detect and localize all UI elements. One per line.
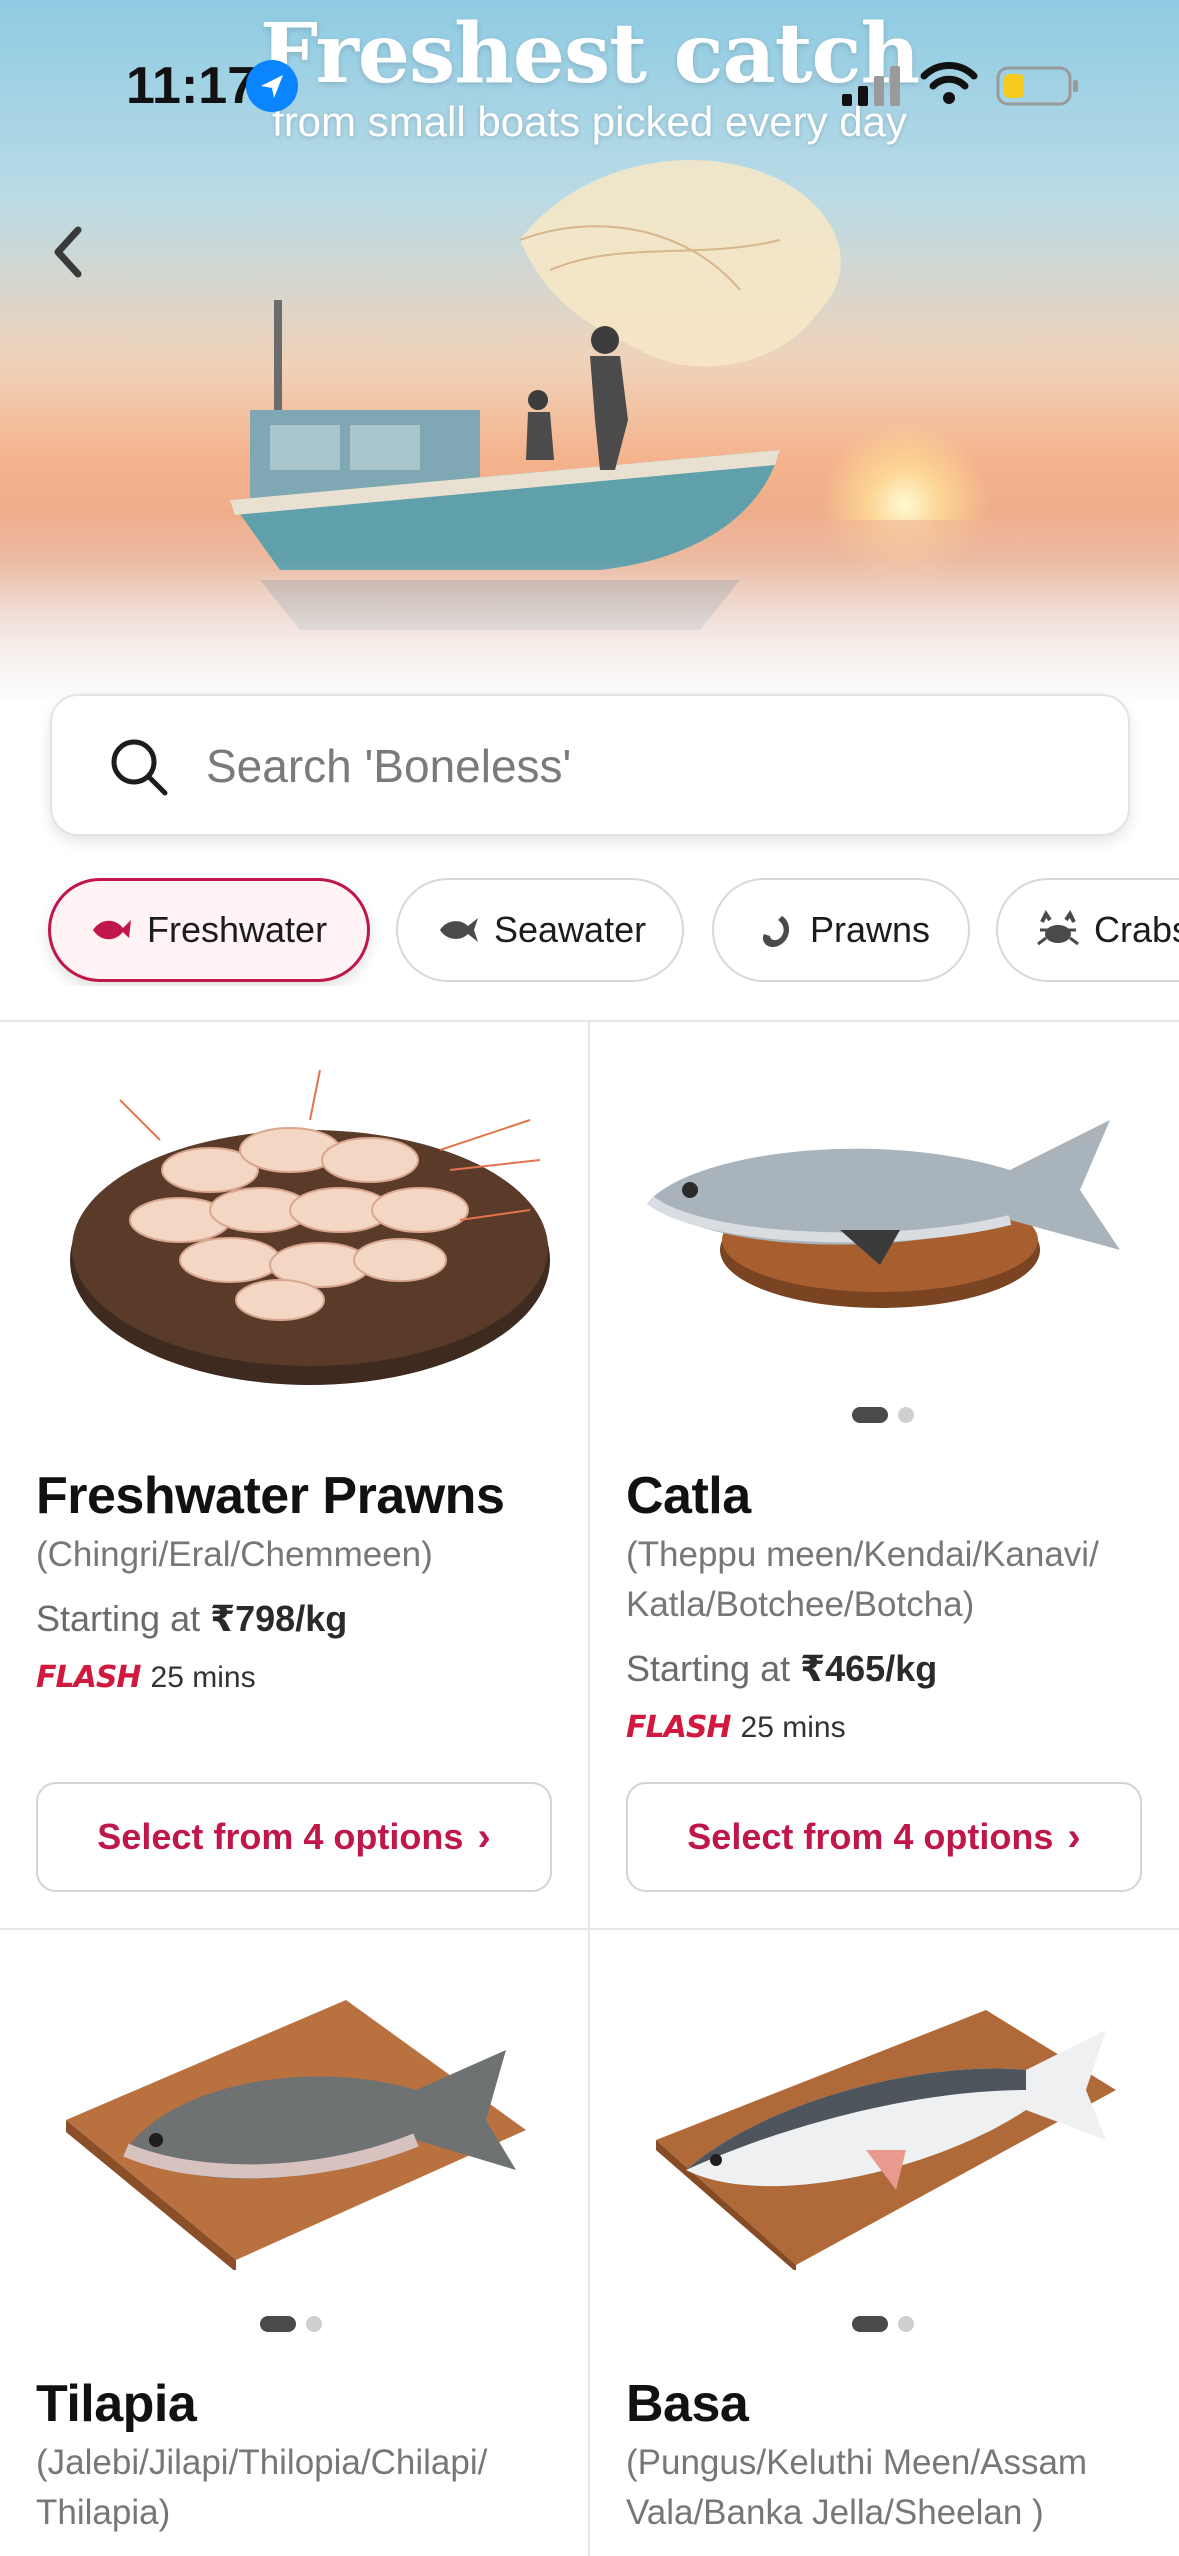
price-value: ₹798/kg — [210, 1598, 348, 1639]
select-options-button[interactable]: Select from 4 options › — [626, 1782, 1142, 1892]
flash-badge: FLASH — [626, 1710, 732, 1745]
price-value: ₹465/kg — [800, 1648, 938, 1689]
carousel-dots — [852, 2316, 914, 2332]
chip-label: Prawns — [810, 909, 931, 950]
back-button[interactable] — [36, 210, 100, 294]
chevron-left-icon — [54, 226, 82, 278]
fish-icon — [93, 920, 131, 940]
select-options-label: Select from 4 options — [687, 1816, 1054, 1857]
delivery-mins: 25 mins — [150, 1660, 256, 1694]
product-price: Starting at ₹465/kg — [626, 1648, 937, 1690]
chevron-right-icon: › — [1067, 1814, 1081, 1859]
chip-label: Freshwater — [147, 909, 328, 950]
cellular-signal-icon — [842, 66, 900, 106]
search-bar[interactable] — [50, 694, 1130, 836]
flash-badge: FLASH — [36, 1660, 142, 1695]
chip-seawater[interactable]: Seawater — [396, 878, 684, 982]
delivery-time: FLASH 25 mins — [36, 1660, 256, 1695]
carousel-dot — [852, 1407, 888, 1423]
product-image — [70, 1069, 550, 1385]
grid-divider — [0, 1928, 1179, 1930]
price-prefix: Starting at — [36, 1598, 211, 1639]
carousel-dots — [260, 2316, 322, 2332]
select-options-button[interactable]: Select from 4 options › — [36, 1782, 552, 1892]
product-alias: (Jalebi/Jilapi/Thilopia/Chilapi/ Thilapi… — [36, 2443, 488, 2532]
crab-icon — [1037, 910, 1079, 946]
carousel-dot — [852, 2316, 888, 2332]
search-icon — [111, 739, 168, 796]
chip-freshwater[interactable]: Freshwater — [48, 878, 370, 982]
delivery-time: FLASH 25 mins — [626, 1710, 846, 1745]
carousel-dot — [306, 2316, 322, 2332]
hero-fade — [0, 560, 1179, 700]
carousel-dot — [898, 1407, 914, 1423]
product-price: Starting at ₹798/kg — [36, 1598, 347, 1640]
chip-crabs[interactable]: Crabs — [996, 878, 1179, 982]
select-options-label: Select from 4 options — [97, 1816, 464, 1857]
product-name: Catla — [626, 1467, 751, 1525]
product-alias: (Pungus/Keluthi Meen/Assam Vala/Banka Je… — [626, 2443, 1088, 2532]
wifi-icon — [920, 62, 978, 104]
prawn-icon — [762, 916, 790, 948]
status-time: 11:17 — [126, 57, 257, 115]
product-name: Freshwater Prawns — [36, 1467, 505, 1525]
location-arrow-icon — [246, 60, 298, 112]
chip-prawns[interactable]: Prawns — [712, 878, 970, 982]
product-name: Basa — [626, 2375, 749, 2433]
product-name: Tilapia — [36, 2375, 197, 2433]
carousel-dot — [898, 2316, 914, 2332]
product-image — [656, 2010, 1116, 2270]
product-alias: (Chingri/Eral/Chemmeen) — [36, 1535, 433, 1574]
chip-label: Crabs — [1094, 909, 1179, 950]
grid-divider — [588, 1022, 590, 2556]
chip-label: Seawater — [494, 909, 647, 950]
product-image — [66, 2000, 526, 2270]
sea-fish-icon — [440, 918, 478, 942]
price-prefix: Starting at — [626, 1648, 801, 1689]
category-chips: Freshwater Seawater Prawns Crabs — [0, 876, 1179, 986]
search-input[interactable] — [206, 726, 1086, 806]
product-image — [646, 1120, 1120, 1308]
carousel-dots — [852, 1407, 914, 1423]
carousel-dot — [260, 2316, 296, 2332]
chevron-right-icon: › — [477, 1814, 491, 1859]
battery-icon — [996, 66, 1078, 106]
product-alias: (Theppu meen/Kendai/Kanavi/ Katla/Botche… — [626, 1535, 1099, 1624]
delivery-mins: 25 mins — [740, 1710, 846, 1744]
